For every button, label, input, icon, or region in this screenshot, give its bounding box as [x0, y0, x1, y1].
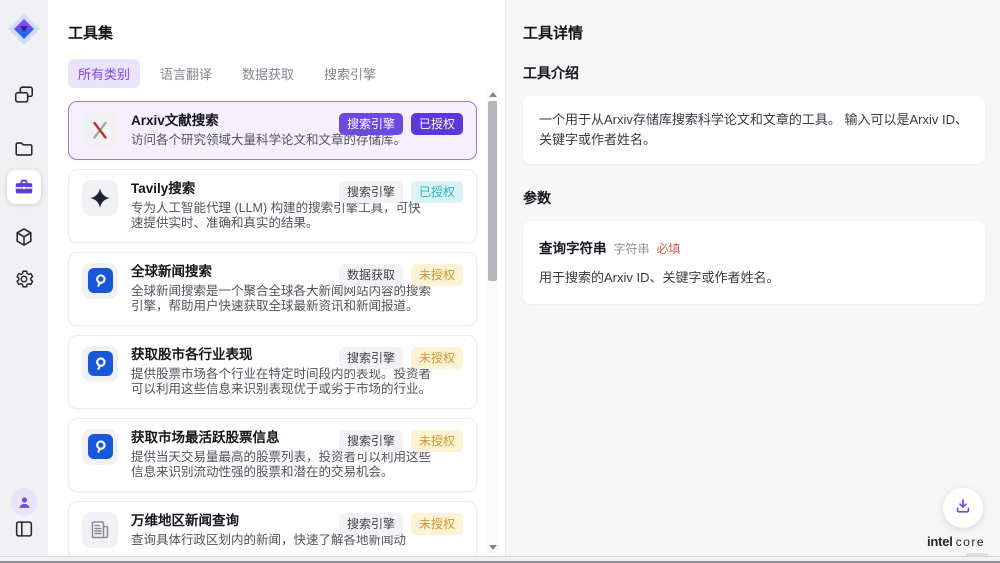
category-badge: 搜索引擎	[339, 181, 403, 203]
auth-status-badge: 未授权	[411, 264, 463, 286]
scrollbar-thumb[interactable]	[488, 101, 497, 281]
tab-data-acquisition[interactable]: 数据获取	[232, 59, 304, 88]
auth-status-badge: 未授权	[411, 513, 463, 535]
category-badge: 搜索引擎	[339, 113, 403, 135]
category-badge: 搜索引擎	[339, 347, 403, 369]
tool-description: 提供当天交易量最高的股票列表，投资者可以利用这些信息来识别流动性强的股票和潜在的…	[131, 450, 433, 481]
scrollbar-up-arrow-icon[interactable]	[489, 92, 497, 97]
tool-description: 提供股票市场各个行业在特定时间段内的表现。投资者可以利用这些信息来识别表现优于或…	[131, 367, 433, 398]
intro-card: 一个用于从Arxiv存储库搜索科学论文和文章的工具。 输入可以是Arxiv ID…	[523, 96, 985, 164]
category-badge: 搜索引擎	[339, 430, 403, 452]
folder-icon[interactable]	[13, 138, 35, 160]
tool-description: 专为人工智能代理 (LLM) 构建的搜索引擎工具，可快速提供实时、准确和真实的结…	[131, 201, 433, 232]
search-blue-icon	[82, 346, 118, 382]
tool-card[interactable]: Tavily搜索 专为人工智能代理 (LLM) 构建的搜索引擎工具，可快速提供实…	[68, 169, 477, 243]
auth-status-badge: 已授权	[411, 113, 463, 135]
tool-card[interactable]: 获取股市各行业表现 提供股票市场各个行业在特定时间段内的表现。投资者可以利用这些…	[68, 335, 477, 409]
news-icon	[82, 512, 118, 548]
tab-search-engine[interactable]: 搜索引擎	[314, 59, 386, 88]
tool-description: 全球新闻搜索是一个聚合全球各大新闻网站内容的搜索引擎，帮助用户快速获取全球最新资…	[131, 284, 433, 315]
params-heading: 参数	[523, 188, 985, 208]
tool-card[interactable]: Arxiv文献搜索 访问各个研究领域大量科学论文和文章的存储库。 搜索引擎 已授…	[68, 101, 477, 160]
auth-status-badge: 已授权	[411, 181, 463, 203]
arxiv-icon	[82, 112, 118, 148]
tool-card[interactable]: 万维地区新闻查询 查询具体行政区划内的新闻，快速了解各地新闻动 搜索引擎 未授权	[68, 501, 477, 557]
icon-sidebar	[0, 0, 48, 556]
download-icon	[953, 496, 973, 521]
details-title: 工具详情	[523, 22, 985, 43]
search-blue-icon	[82, 429, 118, 465]
intro-text: 一个用于从Arxiv存储库搜索科学论文和文章的工具。 输入可以是Arxiv ID…	[539, 112, 968, 147]
cube-icon[interactable]	[13, 226, 35, 248]
tool-description: 查询具体行政区划内的新闻，快速了解各地新闻动	[131, 533, 433, 549]
param-description: 用于搜索的Arxiv ID、关键字或作者姓名。	[539, 267, 969, 286]
tool-description: 访问各个研究领域大量科学论文和文章的存储库。	[131, 133, 433, 149]
tool-details-panel: 工具详情 工具介绍 一个用于从Arxiv存储库搜索科学论文和文章的工具。 输入可…	[505, 0, 1000, 556]
intro-heading: 工具介绍	[523, 63, 985, 83]
tools-panel-title: 工具集	[68, 22, 477, 43]
settings-gear-icon[interactable]	[13, 268, 35, 290]
user-avatar-button[interactable]	[10, 488, 38, 516]
layout-panel-icon[interactable]	[13, 518, 35, 540]
tool-card[interactable]: 获取市场最活跃股票信息 提供当天交易量最高的股票列表，投资者可以利用这些信息来识…	[68, 418, 477, 492]
param-name: 查询字符串	[539, 237, 607, 257]
tab-all-categories[interactable]: 所有类别	[68, 59, 140, 88]
param-required-label: 必填	[657, 240, 681, 257]
chat-icon[interactable]	[13, 84, 35, 106]
tab-language-translation[interactable]: 语言翻译	[150, 59, 222, 88]
auth-status-badge: 未授权	[411, 430, 463, 452]
tools-panel: 工具集 所有类别 语言翻译 数据获取 搜索引擎 Arxiv文献搜索 访问各个研究…	[48, 0, 505, 556]
tool-card[interactable]: 全球新闻搜索 全球新闻搜索是一个聚合全球各大新闻网站内容的搜索引擎，帮助用户快速…	[68, 252, 477, 326]
param-card: 查询字符串 字符串 必填 用于搜索的Arxiv ID、关键字或作者姓名。	[523, 221, 985, 304]
list-scrollbar[interactable]	[487, 88, 498, 554]
app-logo-icon	[7, 12, 41, 46]
core-logo-text: core	[956, 535, 985, 549]
intel-logo-text: intel	[927, 534, 953, 549]
sidebar-item-toolbox-active[interactable]	[7, 170, 41, 204]
tool-list: Arxiv文献搜索 访问各个研究领域大量科学论文和文章的存储库。 搜索引擎 已授…	[68, 101, 477, 556]
scrollbar-down-arrow-icon[interactable]	[489, 545, 497, 550]
sparkle-icon	[82, 180, 118, 216]
category-tabs: 所有类别 语言翻译 数据获取 搜索引擎	[68, 59, 477, 88]
user-icon	[16, 494, 33, 511]
download-button[interactable]	[943, 488, 983, 528]
category-badge: 数据获取	[339, 264, 403, 286]
search-blue-icon	[82, 263, 118, 299]
toolbox-icon	[13, 176, 35, 198]
category-badge: 搜索引擎	[339, 513, 403, 535]
auth-status-badge: 未授权	[411, 347, 463, 369]
param-type: 字符串	[614, 240, 650, 257]
